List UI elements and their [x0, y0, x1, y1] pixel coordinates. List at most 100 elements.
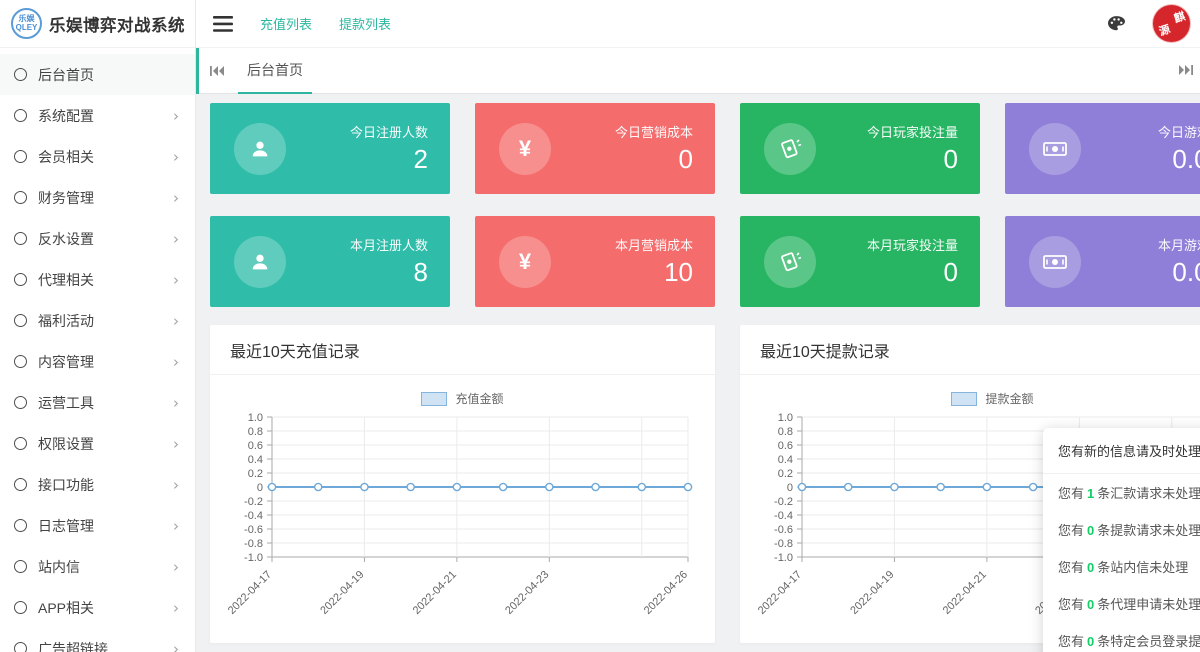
notification-count: 0: [1084, 597, 1097, 612]
notification-pre: 您有: [1058, 560, 1084, 575]
yen-icon: ¥: [499, 236, 551, 288]
hamburger-icon[interactable]: [213, 16, 233, 32]
sidebar-item-label: 内容管理: [38, 352, 94, 372]
svg-text:-0.2: -0.2: [244, 496, 263, 508]
tab-dashboard-home[interactable]: 后台首页: [238, 48, 312, 94]
data-point[interactable]: [315, 483, 322, 490]
brand-logo-icon: 乐娱 QLEY: [11, 8, 42, 39]
sidebar-item-label: 运营工具: [38, 393, 94, 413]
chevron-right-icon: ›: [173, 271, 179, 289]
stat-card-label: 本月营销成本: [615, 235, 693, 254]
sidebar-item-5[interactable]: 代理相关›: [0, 259, 195, 300]
chevron-right-icon: ›: [173, 517, 179, 535]
sidebar-item-label: 后台首页: [38, 65, 94, 85]
data-point[interactable]: [937, 483, 944, 490]
notification-item-4[interactable]: 您有0条特定会员登录提醒: [1043, 622, 1200, 652]
tabs-scroll-left-icon[interactable]: [210, 65, 224, 77]
sidebar-item-6[interactable]: 福利活动 ›: [0, 300, 195, 341]
theme-palette-icon[interactable]: [1108, 16, 1125, 31]
data-point[interactable]: [1030, 483, 1037, 490]
tabs-scroll-right-icon[interactable]: [1179, 64, 1193, 76]
tabbar: 后台首页: [196, 48, 1200, 94]
stat-card-value: 0.00: [1158, 144, 1200, 175]
data-point[interactable]: [983, 483, 990, 490]
stat-card-meta: 今日玩家投注量0: [867, 122, 958, 175]
stat-card-5: ¥ 本月营销成本10: [475, 216, 715, 307]
data-point[interactable]: [268, 483, 275, 490]
sidebar-item-label: 福利活动: [38, 311, 94, 331]
chart-legend[interactable]: 充值金额: [210, 375, 715, 407]
notification-pre: 您有: [1058, 634, 1084, 649]
data-point[interactable]: [638, 483, 645, 490]
notification-count: 0: [1084, 560, 1097, 575]
data-point[interactable]: [546, 483, 553, 490]
data-point[interactable]: [361, 483, 368, 490]
data-point[interactable]: [845, 483, 852, 490]
data-point[interactable]: [798, 483, 805, 490]
sidebar-item-0[interactable]: 后台首页: [0, 54, 195, 95]
sidebar-item-13[interactable]: APP相关›: [0, 587, 195, 628]
chevron-right-icon: ›: [173, 394, 179, 412]
sidebar-item-12[interactable]: 站内信›: [0, 546, 195, 587]
svg-text:2022-04-26: 2022-04-26: [642, 569, 690, 617]
menu-ring-icon: [14, 314, 27, 327]
menu-ring-icon: [14, 519, 27, 532]
svg-text:-0.4: -0.4: [244, 510, 263, 522]
sidebar-item-3[interactable]: 财务管理›: [0, 177, 195, 218]
chevron-right-icon: ›: [173, 312, 179, 330]
sidebar-item-label: 接口功能: [38, 475, 94, 495]
chart-panel-0: 最近10天充值记录充值金额1.00.80.60.40.20-0.2-0.4-0.…: [210, 325, 715, 643]
sidebar-item-7[interactable]: 内容管理›: [0, 341, 195, 382]
bet-icon: [764, 236, 816, 288]
sidebar-item-label: 会员相关: [38, 147, 94, 167]
data-point[interactable]: [407, 483, 414, 490]
svg-text:0.2: 0.2: [778, 468, 793, 480]
stat-card-meta: 今日游戏总0.00: [1158, 122, 1200, 175]
legend-swatch-icon: [421, 392, 447, 406]
tab-label: 后台首页: [247, 60, 303, 80]
topbar-link-withdraw-list[interactable]: 提款列表: [339, 14, 391, 33]
notification-item-2[interactable]: 您有0条站内信未处理: [1043, 548, 1200, 585]
data-point[interactable]: [891, 483, 898, 490]
sidebar-item-9[interactable]: 权限设置›: [0, 423, 195, 464]
user-avatar[interactable]: 麒 源: [1153, 5, 1190, 42]
sidebar-item-14[interactable]: 广告超链接›: [0, 628, 195, 652]
svg-text:0.6: 0.6: [248, 440, 263, 452]
sidebar-item-2[interactable]: 会员相关›: [0, 136, 195, 177]
notification-item-0[interactable]: 您有1条汇款请求未处理: [1043, 474, 1200, 511]
svg-text:1.0: 1.0: [248, 412, 263, 424]
chart-legend[interactable]: 提款金额: [740, 375, 1200, 407]
admin-dashboard: 乐娱 QLEY 乐娱博弈对战系统 后台首页系统配置›会员相关›财务管理›反水设置…: [0, 0, 1200, 652]
svg-text:-0.6: -0.6: [244, 524, 263, 536]
stat-cards-row-today: 今日注册人数2¥今日营销成本0今日玩家投注量0今日游戏总0.00: [210, 103, 1200, 194]
topbar-link-recharge-list[interactable]: 充值列表: [260, 14, 312, 33]
svg-text:2022-04-23: 2022-04-23: [503, 569, 551, 617]
brand-logo: 乐娱 QLEY 乐娱博弈对战系统: [0, 0, 195, 48]
sidebar-item-10[interactable]: 接口功能›: [0, 464, 195, 505]
data-point[interactable]: [453, 483, 460, 490]
data-point[interactable]: [500, 483, 507, 490]
notification-item-3[interactable]: 您有0条代理申请未处理: [1043, 585, 1200, 622]
notification-item-1[interactable]: 您有0条提款请求未处理: [1043, 511, 1200, 548]
sidebar-item-1[interactable]: 系统配置›: [0, 95, 195, 136]
svg-text:0.8: 0.8: [248, 426, 263, 438]
svg-text:0.6: 0.6: [778, 440, 793, 452]
svg-text:2022-04-19: 2022-04-19: [848, 569, 896, 617]
chevron-right-icon: ›: [173, 558, 179, 576]
svg-text:-0.8: -0.8: [774, 538, 793, 550]
svg-text:0.2: 0.2: [248, 468, 263, 480]
stat-card-value: 0.00: [1158, 257, 1200, 288]
stat-card-meta: 本月营销成本10: [615, 235, 693, 288]
stat-card-label: 本月注册人数: [350, 235, 428, 254]
data-point[interactable]: [684, 483, 691, 490]
chevron-right-icon: ›: [173, 107, 179, 125]
sidebar-item-8[interactable]: 运营工具 ›: [0, 382, 195, 423]
menu-ring-icon: [14, 560, 27, 573]
sidebar-item-11[interactable]: 日志管理›: [0, 505, 195, 546]
stat-card-label: 今日玩家投注量: [867, 122, 958, 141]
data-point[interactable]: [592, 483, 599, 490]
topbar: 充值列表 提款列表 麒 源: [196, 0, 1200, 48]
sidebar-item-label: 广告超链接: [38, 639, 108, 652]
sidebar-item-4[interactable]: 反水设置›: [0, 218, 195, 259]
legend-label: 充值金额: [455, 390, 503, 407]
